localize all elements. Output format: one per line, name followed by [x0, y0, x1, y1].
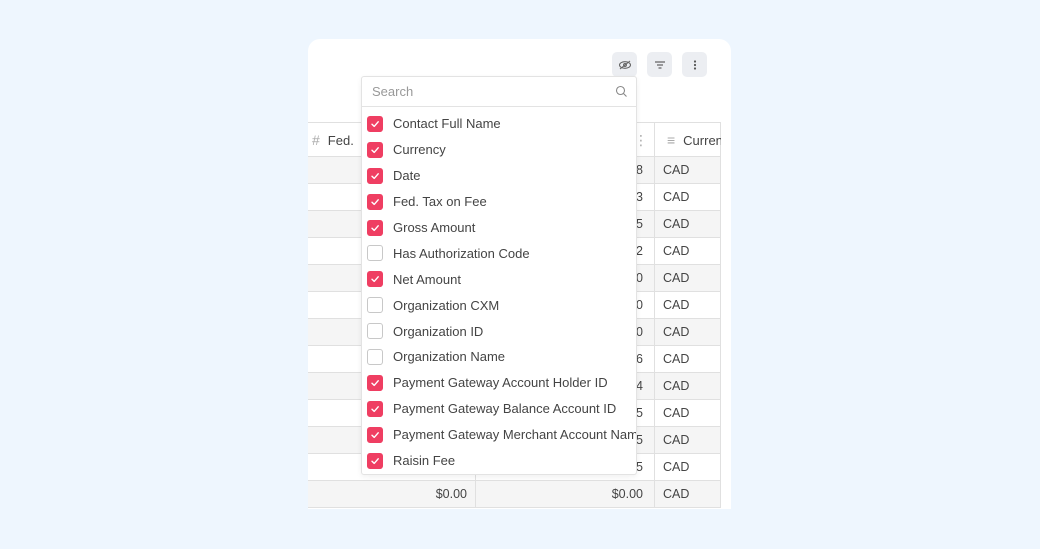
- column-option-label: Date: [393, 168, 421, 184]
- column-options-list: Contact Full Name Currency Date Fed. Tax on…: [362, 111, 636, 473]
- column-header-currency[interactable]: ≡ Currency: [667, 123, 721, 157]
- search-icon: [615, 85, 628, 103]
- checkbox[interactable]: [367, 348, 383, 365]
- more-vertical-icon: [693, 59, 696, 70]
- currency-cell: CAD: [663, 217, 690, 231]
- table-row: $0.00 $0.00 CAD: [308, 481, 720, 508]
- column-option[interactable]: Net Amount: [362, 266, 636, 292]
- checkbox[interactable]: [367, 271, 383, 288]
- column-option-label: Contact Full Name: [393, 116, 501, 132]
- table-cell: $0.00: [435, 487, 467, 501]
- column-option-label: Payment Gateway Merchant Account Name: [393, 427, 637, 443]
- column-option-label: Organization ID: [393, 323, 484, 339]
- checkmark-icon: [371, 121, 379, 128]
- column-option[interactable]: Date: [362, 163, 636, 189]
- column-search: [362, 77, 636, 107]
- checkmark-icon: [371, 172, 379, 179]
- currency-cell: CAD: [663, 190, 690, 204]
- column-visibility-button[interactable]: [612, 52, 637, 77]
- column-option[interactable]: Contact Full Name: [362, 111, 636, 137]
- checkbox[interactable]: [367, 167, 383, 184]
- currency-cell: CAD: [663, 379, 690, 393]
- eye-off-icon: [618, 60, 631, 69]
- column-option-label: Payment Gateway Account Holder ID: [393, 375, 608, 391]
- filter-icon: [654, 60, 665, 69]
- checkmark-icon: [371, 457, 379, 464]
- checkbox[interactable]: [367, 323, 383, 340]
- column-header-label: Currency: [683, 132, 721, 148]
- column-option[interactable]: Gross Amount: [362, 215, 636, 241]
- checkbox[interactable]: [367, 193, 383, 210]
- column-option-label: Net Amount: [393, 271, 461, 287]
- currency-cell: CAD: [663, 406, 690, 420]
- checkbox[interactable]: [367, 374, 383, 391]
- column-option[interactable]: Fed. Tax on Fee: [362, 189, 636, 215]
- checkmark-icon: [371, 405, 379, 412]
- column-option-label: Fed. Tax on Fee: [393, 194, 487, 210]
- checkbox[interactable]: [367, 297, 383, 314]
- column-option[interactable]: Organization Name: [362, 344, 636, 370]
- column-option-label: Has Authorization Code: [393, 245, 530, 261]
- checkbox[interactable]: [367, 115, 383, 132]
- column-option[interactable]: Payment Gateway Account Holder ID: [362, 370, 636, 396]
- checkbox[interactable]: [367, 141, 383, 158]
- checkbox[interactable]: [367, 426, 383, 443]
- currency-cell: CAD: [663, 460, 690, 474]
- currency-cell: CAD: [663, 271, 690, 285]
- currency-cell: CAD: [663, 352, 690, 366]
- checkmark-icon: [371, 146, 379, 153]
- currency-cell: CAD: [663, 433, 690, 447]
- column-option[interactable]: Payment Gateway Balance Account ID: [362, 396, 636, 422]
- column-option-label: Organization CXM: [393, 297, 500, 313]
- checkmark-icon: [371, 198, 379, 205]
- column-option[interactable]: Currency: [362, 137, 636, 163]
- column-option[interactable]: Has Authorization Code: [362, 240, 636, 266]
- currency-cell: CAD: [663, 487, 690, 501]
- checkbox[interactable]: [367, 219, 383, 236]
- column-option-label: Gross Amount: [393, 220, 476, 235]
- checkmark-icon: [371, 276, 379, 283]
- column-option-label: Currency: [393, 142, 446, 158]
- currency-cell: CAD: [663, 163, 690, 177]
- column-option-label: Payment Gateway Balance Account ID: [393, 401, 617, 417]
- checkmark-icon: [371, 379, 379, 386]
- table-cell: $0.00: [611, 487, 643, 501]
- column-option[interactable]: Organization ID: [362, 318, 636, 344]
- checkmark-icon: [371, 431, 379, 438]
- column-visibility-dropdown: Contact Full Name Currency Date Fed. Tax on…: [361, 76, 637, 475]
- checkbox[interactable]: [367, 400, 383, 417]
- more-options-button[interactable]: [682, 52, 707, 77]
- column-option[interactable]: Raisin Fee: [362, 448, 636, 474]
- number-type-icon: #: [312, 132, 320, 148]
- filter-button[interactable]: [647, 52, 672, 77]
- column-option[interactable]: Payment Gateway Merchant Account Name: [362, 422, 636, 448]
- checkmark-icon: [371, 224, 379, 231]
- search-input[interactable]: [372, 84, 602, 99]
- column-option-label: Raisin Fee: [393, 453, 456, 469]
- checkbox[interactable]: [367, 245, 383, 262]
- column-option-label: Organization Name: [393, 349, 505, 365]
- currency-cell: CAD: [663, 298, 690, 312]
- column-header-label: Fed.: [327, 132, 354, 148]
- currency-cell: CAD: [663, 325, 690, 339]
- currency-cell: CAD: [663, 244, 690, 258]
- text-type-icon: ≡: [667, 132, 676, 148]
- column-option[interactable]: Organization CXM: [362, 292, 636, 318]
- checkbox[interactable]: [367, 452, 383, 469]
